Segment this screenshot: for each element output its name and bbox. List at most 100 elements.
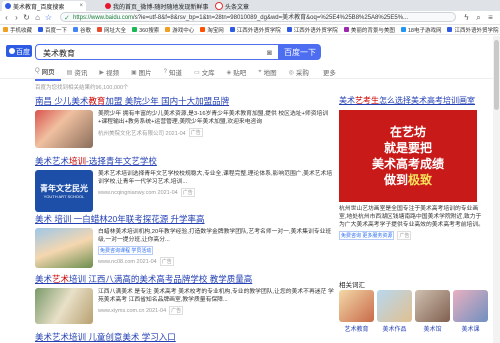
bookmark-item[interactable]: 美丽的背景与美图 <box>343 26 395 34</box>
bookmark-label: 谷歌 <box>80 27 92 34</box>
search-engine-icon[interactable]: ⌕ <box>474 13 483 22</box>
refresh-icon[interactable]: ↻ <box>22 13 31 22</box>
tab-label: 知道 <box>168 70 182 77</box>
search-result: 美术艺术培训-选择青年文艺学校 青年文艺民光 YOUTH ART SCHOOL … <box>35 155 335 212</box>
scrollbar-thumb[interactable] <box>494 40 499 110</box>
thumb-subtitle: YOUTH ART SCHOOL <box>43 194 85 199</box>
camera-icon[interactable]: ◙ <box>267 48 272 57</box>
bookmark-item[interactable]: 江西外语外贸学院 <box>229 26 281 34</box>
bookmark-icon <box>286 27 292 32</box>
bookmark-item[interactable]: 18电子游戏网 <box>400 26 442 34</box>
result-thumbnail[interactable] <box>35 110 93 148</box>
bookmark-icon <box>400 27 406 32</box>
bookmark-item[interactable]: 360搜索 <box>132 26 159 34</box>
related-item[interactable]: 美术馆 <box>415 290 450 333</box>
related-item[interactable]: 艺术教育 <box>339 290 374 333</box>
tab-label: 资讯 <box>74 70 88 77</box>
url-input[interactable]: ✓ https://www.baidu.com/s?ie=utf-8&f=8&r… <box>60 12 456 22</box>
bookmark-item[interactable]: 百度一下 <box>38 26 67 34</box>
banner-highlight: 极致 <box>408 173 433 187</box>
result-thumbnail[interactable] <box>35 228 93 268</box>
result-snippet: 白蜡林美术培训机构,20年教学经验,打造数学金牌教学团队,艺考名师一对一,美术集… <box>98 229 332 243</box>
banner-line: 做到 <box>383 173 408 187</box>
browser-tab-bar: 美术教育_百度搜索 × 我的首页_微博-随时随地发现新鲜事 头条文章 <box>0 0 500 11</box>
url-path: /s?ie=utf-8&f=8&rsv_bp=1&tn=28tn=9801008… <box>133 15 409 21</box>
menu-icon[interactable]: ≡ <box>486 13 495 22</box>
back-icon[interactable]: ‹ <box>2 13 11 22</box>
baidu-logo[interactable]: 百度 <box>6 45 32 57</box>
baidu-favicon-icon <box>5 3 11 9</box>
result-title-link[interactable]: 美术艺术培训 儿童创意美术 学习入口 <box>35 331 335 343</box>
bookmark-label: 美丽的背景与美图 <box>350 27 395 34</box>
tab-label: 更多 <box>322 70 336 77</box>
banner-line: 在艺坊 <box>389 125 426 139</box>
bookmark-label: 360搜索 <box>139 27 160 34</box>
bookmark-icon <box>38 27 44 32</box>
tab-icon: ◎ <box>288 69 294 76</box>
related-item[interactable]: 美术课 <box>453 290 488 333</box>
banner-line: 就是要把 <box>383 141 432 155</box>
result-title-link[interactable]: 美术艺术培训-选择青年文艺学校 <box>35 155 335 167</box>
result-thumbnail[interactable] <box>35 288 93 324</box>
bookmark-label: 百度一下 <box>45 27 68 34</box>
bookmark-item[interactable]: 游戏中心 <box>165 26 194 34</box>
lightning-icon[interactable]: ϟ <box>462 13 471 22</box>
tab-label: 贴吧 <box>233 70 247 77</box>
search-button[interactable]: 百度一下 <box>279 44 321 60</box>
result-title-link[interactable]: 美术 培训 一白蜡林20年联考探花源 升学率高 <box>35 213 335 225</box>
result-source: www.xiyms.com.cn 2021-04 <box>98 307 167 314</box>
bookmark-icon <box>229 27 235 32</box>
result-source: www.ncqingnianwy.com 2021-04 <box>98 189 178 196</box>
tab-label: 采购 <box>295 70 309 77</box>
related-image <box>415 290 450 322</box>
related-label: 艺术教育 <box>344 327 369 333</box>
right-ad-badge[interactable]: 免费咨询 更多服务资源 <box>339 231 395 240</box>
bookmark-item[interactable]: 谷歌 <box>73 26 91 34</box>
search-input[interactable] <box>41 46 245 60</box>
result-snippet: 美术艺术培训选择青年文艺学校校规稳大,专业全,课程完整,理论体系,影响范围广,美… <box>98 171 333 185</box>
consult-badge[interactable]: 免费咨询课程 学员活动 <box>98 246 154 255</box>
tab-weibo[interactable]: 我的首页_微博-随时随地发现新鲜事 <box>102 1 214 11</box>
secure-shield-icon: ✓ <box>64 15 70 22</box>
search-box: ◙ <box>35 44 279 60</box>
tab-icon: ⌖ <box>258 68 262 75</box>
ad-label: 广告 <box>397 231 412 240</box>
tab-icon: ◈ <box>226 69 232 76</box>
star-icon[interactable]: ☆ <box>44 13 53 22</box>
bookmark-icon <box>165 27 171 32</box>
right-ad-title-link[interactable]: 美术艺考生怎么选择美术高考培训画室 <box>339 95 484 106</box>
result-title-link[interactable]: 南昌 少儿美术教育加盟 美院少年 国内十大加盟品牌 <box>35 95 335 107</box>
bookmark-item[interactable]: 淘宝网 <box>200 26 224 34</box>
result-snippet: 美院少年 拥有丰富的少儿美术资源,是3-16岁青少年美术教育加盟,提供 校区选址… <box>98 111 329 125</box>
right-ad-panel: 美术艺考生怎么选择美术高考培训画室 在艺坊 就是要把 美术高考成绩 做到极致 杭… <box>339 95 484 240</box>
bookmark-item[interactable]: 江西外语外贸学院 <box>286 26 338 34</box>
forward-icon[interactable]: › <box>12 13 21 22</box>
bookmarks-bar: 手机收藏 百度一下 谷歌 网址大全 360搜索 游戏中心 淘宝网 江西外语外贸学院 江西外语外贸… <box>0 25 500 35</box>
close-tab-icon[interactable]: × <box>79 3 83 9</box>
tab-label: 文库 <box>201 70 215 77</box>
related-image <box>377 290 412 322</box>
right-ad-description: 杭州世山艺坊画室是全国专注于美术高考培训的专业画室,地处杭州市西湖区钱塘南路中国… <box>339 206 484 228</box>
thumb-title: 青年文艺民光 <box>40 184 88 193</box>
bookmark-item[interactable]: 江西外语外贸学院 <box>447 26 498 34</box>
logo-text: 百度 <box>16 47 30 56</box>
result-thumbnail[interactable]: 青年文艺民光 YOUTH ART SCHOOL <box>35 170 93 212</box>
search-result: 美术 培训 一白蜡林20年联考探花源 升学率高 白蜡林美术培训机构,20年教学经… <box>35 213 335 268</box>
search-result: 南昌 少儿美术教育加盟 美院少年 国内十大加盟品牌 美院少年 拥有丰富的少儿美术… <box>35 95 335 148</box>
tab-toutiao[interactable]: 头条文章 <box>212 1 270 11</box>
result-source: 杭州美院文化艺术有限公司 2021-04 <box>98 130 186 137</box>
toutiao-favicon-icon <box>215 2 223 10</box>
related-label: 美术课 <box>461 327 480 333</box>
ad-label: 广告 <box>169 306 184 315</box>
tab-icon: ▤ <box>66 69 73 76</box>
right-ad-banner[interactable]: 在艺坊 就是要把 美术高考成绩 做到极致 <box>339 110 477 202</box>
bookmark-item[interactable]: 网址大全 <box>97 26 126 34</box>
tab-icon: ? <box>163 69 167 75</box>
related-item[interactable]: 美术作品 <box>377 290 412 333</box>
result-title-link[interactable]: 美术艺术培训 江西八满高的美术高考品牌学校 教学质量高 <box>35 273 335 285</box>
bookmark-item[interactable]: 手机收藏 <box>3 26 32 34</box>
tab-baidu-search[interactable]: 美术教育_百度搜索 × <box>2 1 86 11</box>
bookmark-label: 江西外语外贸学院 <box>236 27 281 34</box>
home-icon[interactable]: ⌂ <box>33 13 42 22</box>
bookmark-label: 18电子游戏网 <box>407 27 442 34</box>
